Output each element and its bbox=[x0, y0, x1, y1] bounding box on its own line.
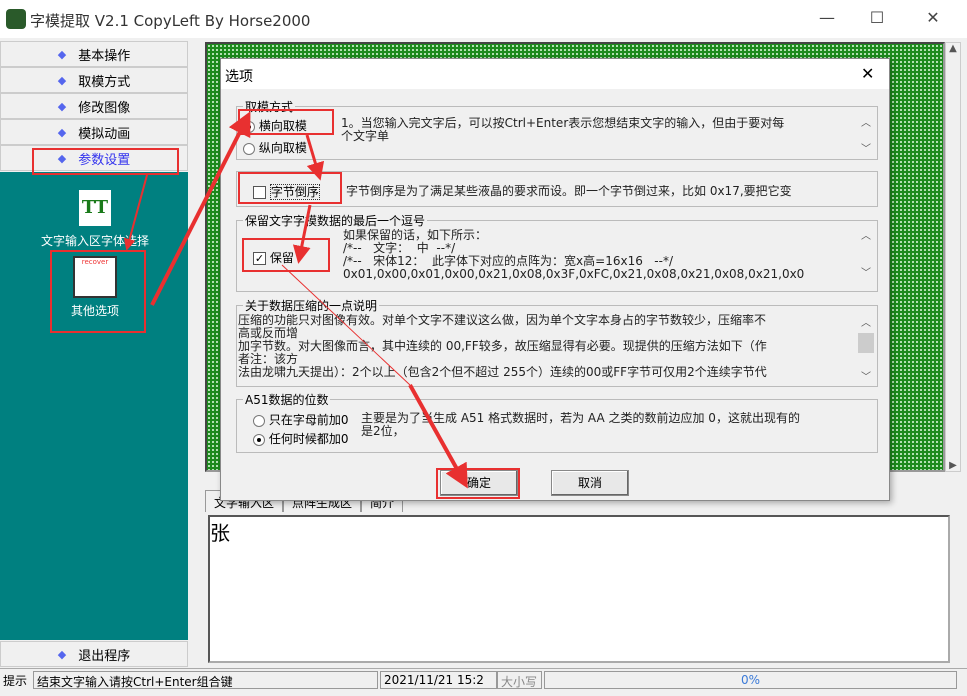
annotation-arrows bbox=[123, 111, 468, 489]
